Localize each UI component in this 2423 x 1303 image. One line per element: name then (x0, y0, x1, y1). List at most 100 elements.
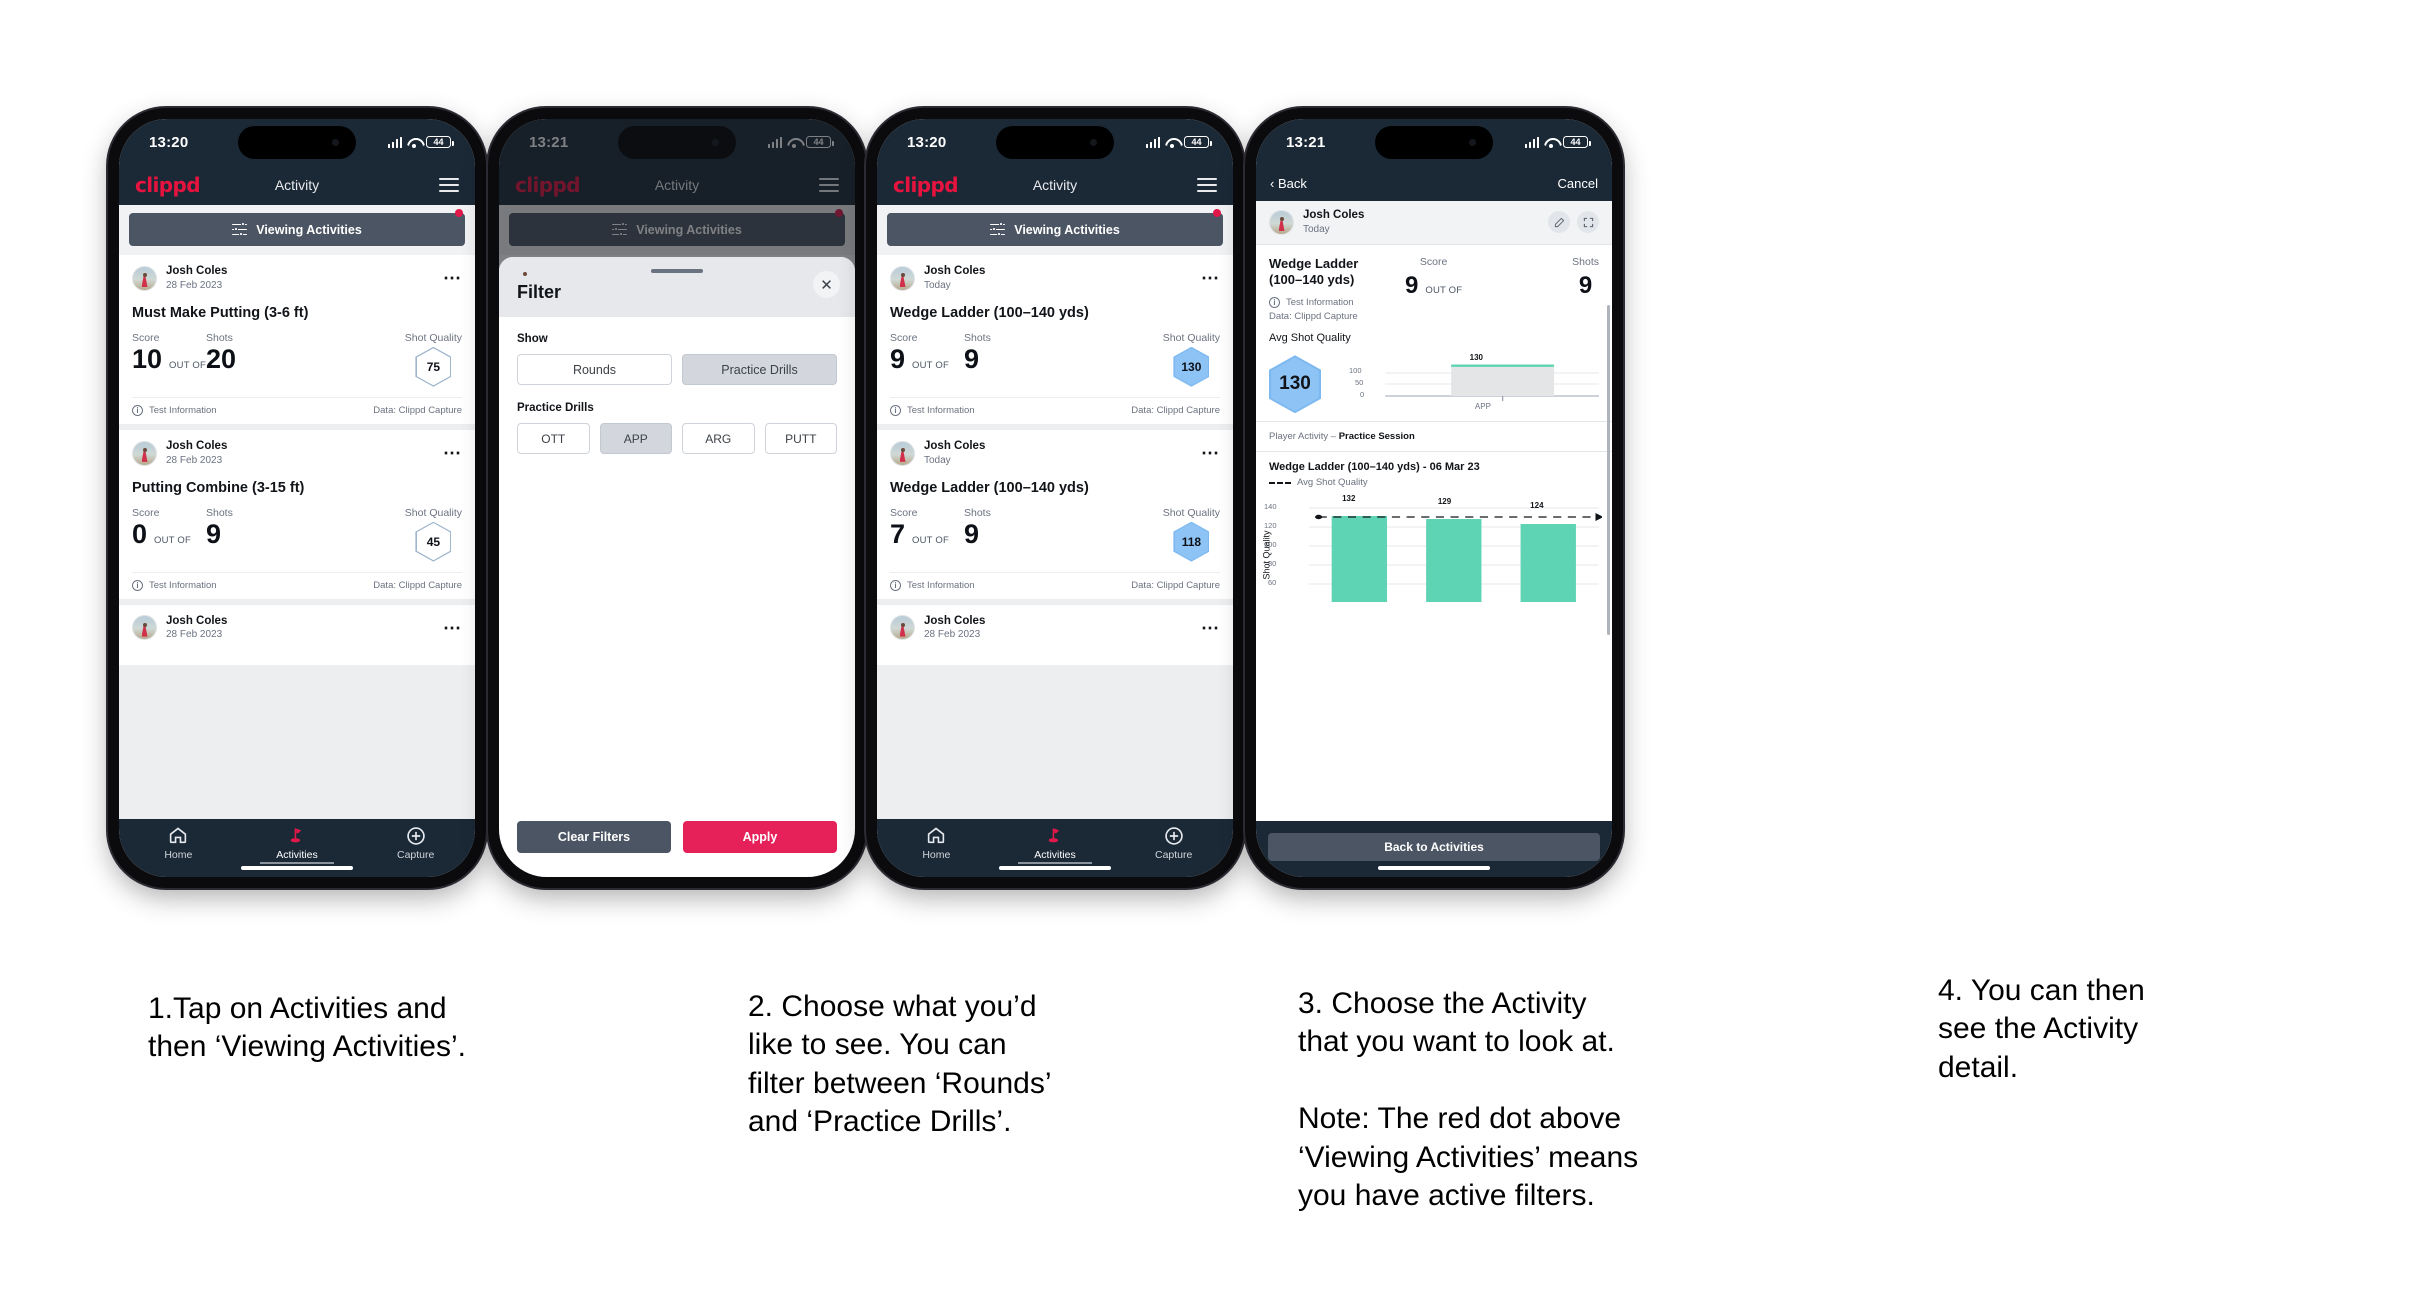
activity-card-partial[interactable]: Josh Coles 28 Feb 2023 ⋯ (877, 604, 1233, 666)
wifi-icon (1544, 137, 1558, 148)
caption-step-2: 2. Choose what you’d like to see. You ca… (748, 990, 1052, 1139)
shot-quality-label: Shot Quality (404, 331, 462, 344)
apply-button[interactable]: Apply (683, 821, 837, 853)
out-of-label: OUT OF (169, 359, 206, 371)
filter-chip-rounds[interactable]: Rounds (517, 354, 672, 385)
shot-quality-bar-chart: 140 120 100 80 60 Shot Quality 132 129 1… (1260, 494, 1604, 603)
test-information-label[interactable]: Test Information (907, 405, 975, 416)
viewing-activities-button[interactable]: Viewing Activities (887, 213, 1223, 246)
chart-bar-label-1: 132 (1342, 494, 1356, 504)
close-icon[interactable]: ✕ (813, 271, 840, 298)
avatar (890, 440, 915, 466)
menu-icon[interactable] (439, 178, 459, 192)
activity-feed[interactable]: Josh Coles 28 Feb 2023 ⋯ Must Make Putti… (119, 255, 475, 819)
card-overflow-icon[interactable]: ⋯ (443, 619, 462, 637)
activity-card[interactable]: Josh Coles 28 Feb 2023 ⋯ Must Make Putti… (119, 255, 475, 424)
filter-sheet-header: Filter ✕ (499, 257, 855, 317)
data-source-label: Data: Clippd Capture (1131, 404, 1220, 416)
filter-icon (990, 222, 1006, 237)
filter-chip-putt[interactable]: PUTT (764, 423, 837, 454)
test-information-label[interactable]: Test Information (907, 580, 975, 591)
cancel-button[interactable]: Cancel (1558, 176, 1598, 191)
card-overflow-icon[interactable]: ⋯ (1201, 619, 1220, 637)
activity-feed[interactable]: Josh Coles Today ⋯ Wedge Ladder (100–140… (877, 255, 1233, 819)
viewing-activities-bar: Viewing Activities (877, 205, 1233, 255)
avg-shot-quality-value: 130 (1279, 373, 1311, 395)
shot-quality-value: 75 (426, 359, 441, 374)
tab-home[interactable]: Home (877, 826, 996, 861)
shots-label: Shots (206, 506, 233, 519)
bottom-navigation: Home Activities Capture (119, 819, 475, 877)
detail-test-info[interactable]: i Test Information (1269, 297, 1387, 309)
card-date: Today (924, 454, 951, 466)
avatar (890, 615, 915, 641)
phone-activities-list: 13:20 44 clippd Activity Viewing Activit… (108, 108, 486, 888)
mini-chart-ytick-50: 50 (1355, 377, 1364, 387)
tab-capture[interactable]: Capture (356, 826, 475, 861)
tab-activities[interactable]: Activities (238, 826, 357, 861)
clear-filters-button[interactable]: Clear Filters (517, 821, 671, 853)
card-title: Must Make Putting (3-6 ft) (132, 304, 309, 321)
dynamic-island (238, 126, 356, 159)
activity-card[interactable]: Josh Coles 28 Feb 2023 ⋯ Putting Combine… (119, 429, 475, 599)
detail-body[interactable]: Wedge Ladder (100–140 yds) i Test Inform… (1256, 244, 1612, 821)
battery-icon: 44 (426, 136, 454, 148)
viewing-activities-label: Viewing Activities (1014, 222, 1120, 237)
shots-value: 20 (206, 343, 237, 374)
card-date: 28 Feb 2023 (166, 279, 223, 291)
card-date: 28 Feb 2023 (166, 629, 223, 641)
scrollbar[interactable] (1607, 304, 1610, 635)
score-metric: Score 0 OUT OF (132, 507, 206, 548)
filter-sheet: Filter ✕ Show Rounds Practice Drills Pra… (499, 257, 855, 877)
shot-quality-hexagon: 118 (1173, 521, 1210, 562)
back-button[interactable]: ‹ Back (1270, 176, 1307, 191)
chart-bar-label-2: 129 (1437, 497, 1452, 507)
caption-step-1: 1.Tap on Activities and then ‘Viewing Ac… (148, 992, 466, 1064)
data-source-label: Data: Clippd Capture (373, 404, 462, 416)
shots-value: 9 (206, 518, 222, 549)
test-information-label[interactable]: Test Information (149, 405, 217, 416)
dynamic-island (996, 126, 1114, 159)
tab-home[interactable]: Home (119, 826, 238, 861)
shots-metric: Shots 20 (206, 332, 405, 373)
activity-card[interactable]: Josh Coles Today ⋯ Wedge Ladder (100–140… (877, 429, 1233, 599)
filter-chip-practice-drills[interactable]: Practice Drills (682, 354, 837, 385)
menu-icon[interactable] (1197, 178, 1217, 192)
test-information-label[interactable]: Test Information (149, 580, 217, 591)
card-title: Wedge Ladder (100–140 yds) (890, 479, 1089, 496)
tab-capture[interactable]: Capture (1114, 826, 1233, 861)
card-overflow-icon[interactable]: ⋯ (443, 269, 462, 287)
sheet-grabber[interactable] (651, 269, 703, 273)
card-user-name: Josh Coles (166, 265, 228, 277)
filter-chip-ott[interactable]: OTT (517, 423, 590, 454)
edit-icon[interactable] (1548, 211, 1570, 234)
viewing-activities-button[interactable]: Viewing Activities (129, 213, 465, 246)
fullscreen-icon[interactable] (1577, 211, 1599, 234)
tab-activities[interactable]: Activities (996, 826, 1115, 861)
score-metric: Score 7 OUT OF (890, 507, 964, 548)
shot-quality-metric: Shot Quality 118 (1163, 507, 1220, 562)
card-overflow-icon[interactable]: ⋯ (1201, 444, 1220, 462)
back-to-activities-button[interactable]: Back to Activities (1268, 833, 1600, 861)
score-label: Score (890, 331, 918, 344)
card-overflow-icon[interactable]: ⋯ (1201, 269, 1220, 287)
home-indicator[interactable] (1378, 865, 1490, 870)
info-icon: i (1269, 297, 1280, 309)
practice-drills-label: Practice Drills (517, 402, 594, 414)
card-overflow-icon[interactable]: ⋯ (443, 444, 462, 462)
activity-card[interactable]: Josh Coles Today ⋯ Wedge Ladder (100–140… (877, 255, 1233, 424)
filter-chip-app[interactable]: APP (599, 423, 672, 454)
shots-metric: Shots 9 (964, 332, 1163, 373)
avg-shot-quality-label-wrap: Avg Shot Quality (1256, 322, 1612, 344)
tab-activities-label: Activities (1034, 849, 1076, 861)
filter-icon (232, 222, 248, 237)
home-indicator[interactable] (241, 865, 353, 870)
cellular-signal-icon (1145, 136, 1160, 148)
activity-card-partial[interactable]: Josh Coles 28 Feb 2023 ⋯ (119, 604, 475, 666)
filter-chip-arg[interactable]: ARG (682, 423, 755, 454)
app-header: clippd Activity (119, 165, 475, 205)
home-indicator[interactable] (999, 865, 1111, 870)
page-title: Activity (1032, 177, 1078, 193)
shots-label: Shots (964, 331, 991, 344)
phone-activity-detail: 13:21 44 ‹ Back Cancel Josh Coles Today (1245, 108, 1623, 888)
